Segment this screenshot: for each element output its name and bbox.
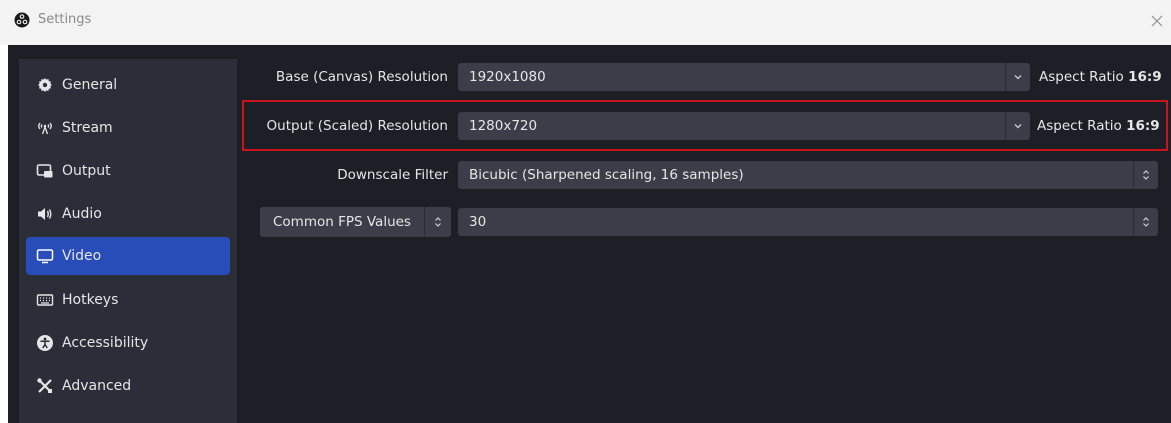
- sidebar-item-label: General: [62, 77, 118, 93]
- broadcast-icon: [34, 117, 56, 139]
- sidebar-item-general[interactable]: General: [26, 66, 230, 104]
- close-icon: [1151, 15, 1163, 27]
- aspect-label: Aspect Ratio: [1039, 69, 1124, 85]
- downscale-filter-label: Downscale Filter: [337, 167, 448, 183]
- base-resolution-label: Base (Canvas) Resolution: [275, 69, 448, 85]
- accessibility-icon: [34, 332, 56, 354]
- fps-type-value: Common FPS Values: [273, 214, 411, 230]
- base-aspect-ratio: Aspect Ratio 16:9: [1039, 63, 1162, 91]
- updown-chevron-icon: [1143, 170, 1149, 180]
- aspect-value: 16:9: [1126, 118, 1160, 134]
- sidebar-item-video[interactable]: Video: [26, 237, 230, 275]
- tools-icon: [34, 375, 56, 397]
- updown-chevron-icon: [435, 217, 441, 227]
- close-button[interactable]: [1143, 6, 1171, 36]
- sidebar-item-label: Video: [62, 248, 102, 264]
- fps-type-select[interactable]: Common FPS Values: [260, 207, 451, 237]
- sidebar-item-label: Stream: [62, 120, 113, 136]
- chevron-down-icon: [1014, 75, 1022, 80]
- monitor-icon: [34, 245, 56, 267]
- sidebar-item-audio[interactable]: Audio: [26, 195, 230, 233]
- sidebar-item-accessibility[interactable]: Accessibility: [26, 324, 230, 362]
- output-resolution-combo[interactable]: 1280x720: [458, 112, 1030, 140]
- speaker-icon: [34, 203, 56, 225]
- base-resolution-dropdown[interactable]: [1005, 63, 1030, 91]
- output-resolution-value: 1280x720: [469, 118, 538, 134]
- sidebar-item-stream[interactable]: Stream: [26, 109, 230, 147]
- sidebar-item-advanced[interactable]: Advanced: [26, 367, 230, 405]
- aspect-label: Aspect Ratio: [1037, 118, 1122, 134]
- output-resolution-dropdown[interactable]: [1005, 112, 1030, 140]
- downscale-filter-value: Bicubic (Sharpened scaling, 16 samples): [469, 167, 744, 183]
- sidebar-item-hotkeys[interactable]: Hotkeys: [26, 281, 230, 319]
- fps-value-spinner[interactable]: [1133, 208, 1158, 236]
- downscale-filter-spinner[interactable]: [1133, 161, 1158, 189]
- aspect-value: 16:9: [1128, 69, 1162, 85]
- base-resolution-value: 1920x1080: [469, 69, 546, 85]
- fps-type-spinner[interactable]: [424, 207, 451, 237]
- fps-value: 30: [469, 214, 487, 230]
- window-edge: [0, 45, 8, 423]
- sidebar-item-output[interactable]: Output: [26, 152, 230, 190]
- fps-value-select[interactable]: 30: [458, 208, 1158, 236]
- gear-icon: [34, 74, 56, 96]
- keyboard-icon: [34, 289, 56, 311]
- chevron-down-icon: [1014, 124, 1022, 129]
- sidebar: General Stream Output Audio Video Hotkey…: [19, 59, 237, 423]
- base-resolution-combo[interactable]: 1920x1080: [458, 63, 1030, 91]
- title-bar: Settings: [0, 0, 1171, 45]
- output-resolution-label: Output (Scaled) Resolution: [266, 118, 448, 134]
- window-title: Settings: [38, 12, 92, 27]
- sidebar-item-label: Audio: [62, 206, 102, 222]
- output-aspect-ratio: Aspect Ratio 16:9: [1037, 112, 1160, 140]
- sidebar-item-label: Advanced: [62, 378, 132, 394]
- sidebar-item-label: Output: [62, 163, 111, 179]
- downscale-filter-select[interactable]: Bicubic (Sharpened scaling, 16 samples): [458, 161, 1158, 189]
- output-icon: [34, 160, 56, 182]
- sidebar-item-label: Accessibility: [62, 335, 149, 351]
- obs-logo-icon: [14, 12, 30, 28]
- updown-chevron-icon: [1143, 217, 1149, 227]
- sidebar-item-label: Hotkeys: [62, 292, 119, 308]
